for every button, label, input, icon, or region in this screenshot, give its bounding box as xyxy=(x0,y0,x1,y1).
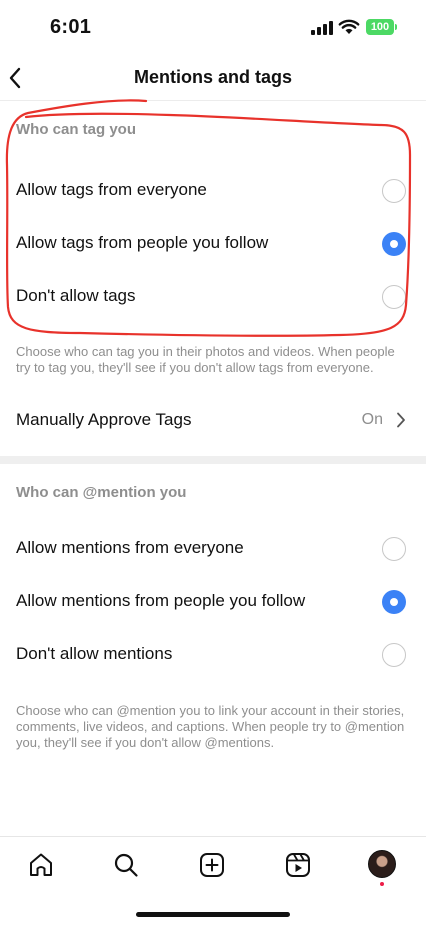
cellular-signal-icon xyxy=(311,21,333,35)
option-label: Allow mentions from everyone xyxy=(16,538,244,557)
battery-level: 100 xyxy=(366,19,394,35)
section-divider xyxy=(0,456,426,464)
chevron-right-icon xyxy=(397,412,405,428)
home-indicator xyxy=(136,912,290,917)
home-icon xyxy=(30,853,52,876)
create-icon xyxy=(200,853,224,877)
tab-create[interactable] xyxy=(194,847,230,883)
mentions-help-text: Choose who can @mention you to link your… xyxy=(16,703,405,750)
search-icon xyxy=(114,853,138,877)
wifi-icon xyxy=(338,19,360,34)
status-time: 6:01 xyxy=(50,16,92,38)
tags-help-text: Choose who can tag you in their photos a… xyxy=(16,344,395,375)
bottom-tab-bar xyxy=(0,836,426,895)
radio-button[interactable] xyxy=(382,285,406,309)
option-tags-everyone[interactable]: Allow tags from everyone xyxy=(0,166,426,218)
battery-nub xyxy=(395,24,397,30)
page-title: Mentions and tags xyxy=(133,67,292,87)
tab-search[interactable] xyxy=(108,847,144,883)
manually-approve-tags-value: On xyxy=(361,411,383,428)
reels-icon xyxy=(286,853,310,877)
option-label: Allow tags from everyone xyxy=(16,180,207,199)
status-bar: 6:01 100 xyxy=(0,0,426,56)
option-label: Don't allow mentions xyxy=(16,644,173,663)
mentions-section-heading: Who can @mention you xyxy=(16,484,187,501)
manually-approve-tags-label: Manually Approve Tags xyxy=(16,410,192,429)
option-mentions-everyone[interactable]: Allow mentions from everyone xyxy=(0,524,426,576)
option-dont-allow-tags[interactable]: Don't allow tags xyxy=(0,272,426,324)
option-label: Allow mentions from people you follow xyxy=(16,591,306,610)
tab-home[interactable] xyxy=(23,847,59,883)
tags-section-heading: Who can tag you xyxy=(16,121,136,138)
radio-button[interactable] xyxy=(382,643,406,667)
option-label: Allow tags from people you follow xyxy=(16,233,269,252)
notification-dot xyxy=(380,882,384,886)
radio-button-selected[interactable] xyxy=(382,590,406,614)
option-tags-people-you-follow[interactable]: Allow tags from people you follow xyxy=(0,219,426,271)
option-label: Don't allow tags xyxy=(16,286,136,305)
tab-reels[interactable] xyxy=(280,847,316,883)
manually-approve-tags-row[interactable]: Manually Approve Tags On xyxy=(0,398,426,442)
radio-button[interactable] xyxy=(382,179,406,203)
radio-button-selected[interactable] xyxy=(382,232,406,256)
radio-button[interactable] xyxy=(382,537,406,561)
tab-profile[interactable] xyxy=(364,847,400,886)
battery-indicator: 100 xyxy=(366,19,397,35)
mentions-and-tags-screen: 6:01 100 Mentions and tags Who can tag y… xyxy=(0,0,426,930)
option-mentions-people-you-follow[interactable]: Allow mentions from people you follow xyxy=(0,577,426,629)
header: Mentions and tags xyxy=(0,56,426,101)
option-dont-allow-mentions[interactable]: Don't allow mentions xyxy=(0,630,426,682)
avatar xyxy=(368,850,396,878)
